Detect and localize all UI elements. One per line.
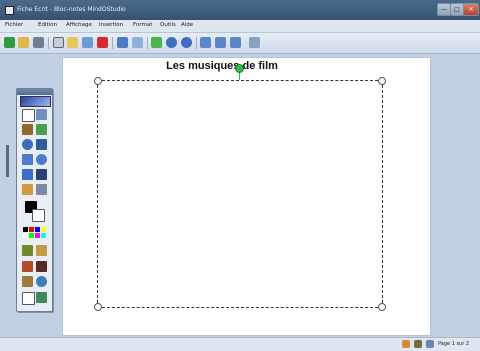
menu-insertion[interactable]: Insertion	[99, 22, 123, 28]
eraser-icon[interactable]	[22, 184, 33, 195]
cancel-icon[interactable]	[36, 261, 47, 272]
rotation-handle[interactable]	[235, 64, 244, 73]
resize-handle-top-right[interactable]	[378, 77, 386, 85]
image-frame[interactable]	[97, 80, 383, 308]
palette-color-blue[interactable]	[35, 227, 40, 232]
copy-icon[interactable]	[67, 37, 78, 48]
next-icon[interactable]	[181, 37, 192, 48]
resize-handle-bottom-right[interactable]	[378, 303, 386, 311]
ellipse-icon[interactable]	[36, 154, 47, 165]
print-icon[interactable]	[33, 37, 44, 48]
toolbar-separator	[48, 37, 49, 49]
palette-banner	[20, 96, 51, 107]
page-indicator: Page 1 sur 2	[438, 341, 470, 347]
panel-grip[interactable]	[6, 145, 9, 177]
app-window: Fiche Ecrit - Bloc-notes MindOStudio — □…	[0, 0, 480, 351]
toolbar-separator	[112, 37, 113, 49]
paste-icon[interactable]	[82, 37, 93, 48]
undo-icon[interactable]	[117, 37, 128, 48]
marker-icon[interactable]	[36, 124, 47, 135]
stamp-icon[interactable]	[36, 245, 47, 256]
menu-bar: Fichier Edition Affichage Insertion Form…	[0, 20, 480, 33]
app-icon	[5, 6, 14, 15]
zoom-icon[interactable]	[36, 109, 47, 120]
brush-icon[interactable]	[22, 245, 33, 256]
toolbar-separator	[147, 37, 148, 49]
rotate-icon[interactable]	[22, 276, 33, 287]
open-icon[interactable]	[4, 37, 15, 48]
palette-color-magenta[interactable]	[35, 233, 40, 238]
palette-color-yellow[interactable]	[41, 227, 46, 232]
status-pen-icon[interactable]	[402, 340, 410, 348]
status-search-icon[interactable]	[426, 340, 434, 348]
picture-icon[interactable]	[22, 261, 33, 272]
select-icon[interactable]	[22, 109, 35, 122]
minimize-button[interactable]: —	[437, 3, 451, 16]
fill-icon[interactable]	[36, 184, 47, 195]
background-color-swatch[interactable]	[32, 209, 45, 222]
menu-outils[interactable]: Outils	[160, 22, 176, 28]
document-title[interactable]: Les musiques de film	[62, 60, 382, 72]
menu-affichage[interactable]: Affichage	[66, 22, 92, 28]
status-bar: Page 1 sur 2	[0, 337, 480, 351]
menu-aide[interactable]: Aide	[181, 22, 193, 28]
window-title: Fiche Ecrit - Bloc-notes MindOStudio	[17, 6, 126, 13]
zoom-fit-icon[interactable]	[230, 37, 241, 48]
palette-color-white[interactable]	[23, 233, 28, 238]
status-pencil-icon[interactable]	[414, 340, 422, 348]
redo-icon[interactable]	[132, 37, 143, 48]
previous-icon[interactable]	[166, 37, 177, 48]
toolbar	[0, 33, 480, 54]
circle-pen-icon[interactable]	[22, 139, 33, 150]
line-icon[interactable]	[36, 139, 47, 150]
palette-titlebar[interactable]	[17, 89, 52, 95]
palette-color-green[interactable]	[29, 233, 34, 238]
palette-color-red[interactable]	[29, 227, 34, 232]
menu-edition[interactable]: Edition	[38, 22, 57, 28]
palette-color-black[interactable]	[23, 227, 28, 232]
delete-icon[interactable]	[97, 37, 108, 48]
title-bar[interactable]: Fiche Ecrit - Bloc-notes MindOStudio — □…	[0, 0, 480, 20]
close-button[interactable]: ✕	[463, 3, 479, 16]
zoom-in-icon[interactable]	[200, 37, 211, 48]
maximize-button[interactable]: □	[450, 3, 464, 16]
globe-icon[interactable]	[36, 276, 47, 287]
resize-handle-top-left[interactable]	[94, 77, 102, 85]
paste-page-icon[interactable]	[36, 292, 47, 303]
page-settings-icon[interactable]	[249, 37, 260, 48]
resize-handle-bottom-left[interactable]	[94, 303, 102, 311]
cut-icon[interactable]	[53, 37, 64, 48]
toolbar-separator	[196, 37, 197, 49]
pen-icon[interactable]	[22, 124, 33, 135]
palette-color-cyan[interactable]	[41, 233, 46, 238]
rectangle-icon[interactable]	[22, 154, 33, 165]
menu-fichier[interactable]: Fichier	[5, 22, 23, 28]
save-icon[interactable]	[18, 37, 29, 48]
shape-icon[interactable]	[22, 169, 33, 180]
menu-format[interactable]: Format	[133, 22, 152, 28]
zoom-out-icon[interactable]	[215, 37, 226, 48]
copy-page-icon[interactable]	[22, 292, 35, 305]
new-page-icon[interactable]	[151, 37, 162, 48]
text-icon[interactable]	[36, 169, 47, 180]
tool-palette	[16, 88, 53, 312]
